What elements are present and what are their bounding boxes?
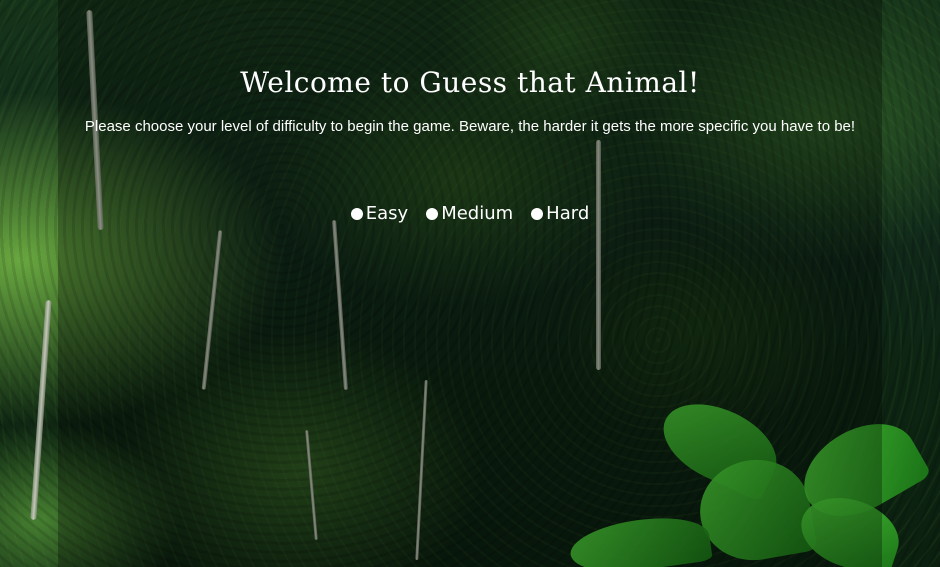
easy-radio-button[interactable] (350, 207, 363, 220)
medium-label[interactable]: Medium (441, 203, 513, 224)
easy-label[interactable]: Easy (366, 203, 408, 224)
page-title: Welcome to Guess that Animal! (240, 66, 700, 99)
hard-label[interactable]: Hard (546, 203, 589, 224)
difficulty-option-medium[interactable]: Medium (426, 203, 513, 224)
difficulty-option-easy[interactable]: Easy (350, 203, 408, 224)
hard-radio-button[interactable] (531, 207, 544, 220)
medium-radio-button[interactable] (426, 207, 439, 220)
main-content: Welcome to Guess that Animal! Please cho… (0, 0, 940, 567)
intro-text: Please choose your level of difficulty t… (84, 118, 856, 135)
rainforest-background: Welcome to Guess that Animal! Please cho… (0, 0, 940, 567)
difficulty-option-hard[interactable]: Hard (531, 203, 589, 224)
difficulty-options: Easy Medium Hard (0, 203, 940, 224)
